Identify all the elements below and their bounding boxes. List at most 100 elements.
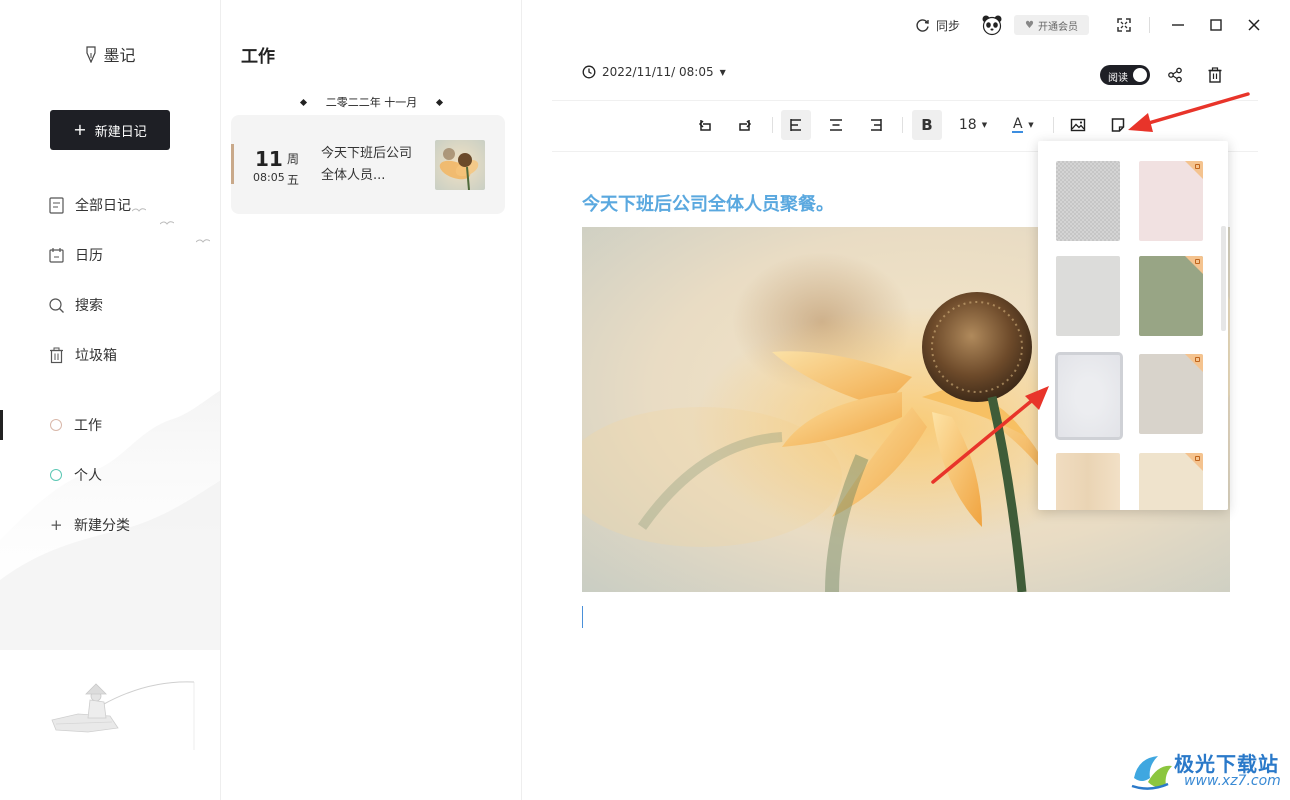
- toolbar-separator: [1053, 117, 1054, 133]
- caret-down-icon: ▼: [719, 67, 726, 77]
- sync-icon: [916, 18, 929, 32]
- nav-trash[interactable]: 垃圾箱: [48, 343, 117, 367]
- month-header: 二零二二年 十一月: [221, 94, 522, 110]
- undo-icon: [698, 120, 711, 131]
- category-stripe: [231, 144, 234, 184]
- user-avatar[interactable]: [981, 14, 1003, 36]
- maximize-button[interactable]: [1205, 14, 1227, 36]
- vip-badge-icon: [1195, 259, 1200, 264]
- entry-list-panel: 工作 二零二二年 十一月 11 周 五 08:05 今天下班后公司全体人员...: [221, 0, 522, 800]
- font-color-select[interactable]: A ▼: [1007, 110, 1039, 140]
- vip-button[interactable]: ♥ 开通会员: [1014, 15, 1089, 35]
- minimize-button[interactable]: [1167, 14, 1189, 36]
- share-icon: [1168, 67, 1182, 83]
- list-title: 工作: [241, 47, 275, 67]
- new-entry-button[interactable]: + 新建日记: [50, 110, 170, 150]
- flower-thumbnail-image: [435, 140, 485, 190]
- toolbar-separator: [902, 117, 903, 133]
- panda-avatar-icon: [982, 15, 1002, 36]
- category-label: 个人: [74, 468, 102, 484]
- nav-all-entries[interactable]: 全部日记: [48, 193, 131, 217]
- nav-calendar[interactable]: 日历: [48, 243, 103, 267]
- paper-option-sage[interactable]: [1139, 256, 1203, 336]
- text-cursor: [582, 606, 583, 628]
- paper-option-pink[interactable]: [1139, 161, 1203, 241]
- app-brand: 墨记: [0, 42, 220, 66]
- category-work[interactable]: 工作: [50, 414, 102, 436]
- entry-card[interactable]: 11 周 五 08:05 今天下班后公司全体人员...: [231, 115, 505, 214]
- nav-label: 搜索: [75, 298, 103, 314]
- trash-icon: [50, 347, 63, 363]
- watermark-logo-icon: [1131, 756, 1172, 790]
- watermark: 极光下载站 www.xz7.com: [1128, 748, 1288, 792]
- font-color-label: A: [1013, 115, 1023, 132]
- search-icon: [49, 297, 64, 313]
- fullscreen-button[interactable]: [1113, 14, 1135, 36]
- paper-option-gray-check[interactable]: [1056, 161, 1120, 241]
- toggle-knob: [1133, 68, 1147, 82]
- sidebar: 墨记 + 新建日记 全部日记 日历 搜索 垃圾箱 工作 个人 + 新建分类: [0, 0, 221, 800]
- vip-corner-badge: [1185, 354, 1203, 372]
- sync-label: 同步: [936, 18, 961, 33]
- clock-icon: [582, 65, 596, 79]
- redo-button[interactable]: [734, 110, 756, 140]
- delete-button[interactable]: [1204, 64, 1226, 86]
- read-mode-label: 阅读: [1108, 73, 1128, 84]
- paper-option-beige-stone[interactable]: [1139, 354, 1203, 434]
- window-control-separator: [1149, 17, 1150, 33]
- category-label: 工作: [74, 418, 102, 434]
- vip-corner-badge: [1185, 256, 1203, 274]
- bird-decoration: [132, 208, 146, 212]
- paper-background-panel: [1038, 141, 1228, 510]
- insert-image-button[interactable]: [1067, 110, 1089, 140]
- read-mode-toggle[interactable]: 阅读: [1100, 65, 1150, 85]
- paper-option-cream[interactable]: [1139, 453, 1203, 510]
- month-label: 二零二二年 十一月: [325, 96, 418, 109]
- bird-decoration: [160, 221, 174, 225]
- category-dot: [50, 419, 62, 431]
- align-right-button[interactable]: [865, 110, 887, 140]
- paper-option-white-texture[interactable]: [1055, 352, 1123, 440]
- paper-background-button[interactable]: [1107, 110, 1129, 140]
- app-name: 墨记: [103, 46, 136, 65]
- paper-option-wood[interactable]: [1056, 453, 1120, 510]
- vip-badge-icon: [1195, 456, 1200, 461]
- category-personal[interactable]: 个人: [50, 464, 102, 486]
- paper-panel-scrollbar[interactable]: [1221, 226, 1226, 331]
- active-category-indicator: [0, 410, 3, 440]
- undo-button[interactable]: [694, 110, 716, 140]
- nav-label: 垃圾箱: [75, 348, 117, 364]
- document-icon: [49, 196, 64, 214]
- pen-nib-icon: [86, 46, 97, 63]
- entry-date-selector[interactable]: 2022/11/11/ 08:05 ▼: [582, 65, 726, 79]
- bold-label: B: [921, 116, 933, 134]
- heart-icon: ♥: [1025, 19, 1034, 31]
- font-size-select[interactable]: 18 ▼: [954, 110, 992, 140]
- caret-down-icon: ▼: [1028, 121, 1034, 129]
- maximize-icon: [1210, 19, 1222, 31]
- nav-label: 全部日记: [75, 198, 131, 214]
- font-color-swatch: [1012, 130, 1024, 133]
- weekday-char: 五: [286, 173, 299, 187]
- bold-button[interactable]: B: [912, 110, 942, 140]
- sync-button[interactable]: 同步: [915, 14, 960, 36]
- align-center-button[interactable]: [825, 110, 847, 140]
- plus-icon: +: [50, 516, 63, 534]
- entry-time: 08:05: [253, 171, 285, 184]
- new-category-button[interactable]: + 新建分类: [50, 514, 130, 536]
- paper-option-light-gray[interactable]: [1056, 256, 1120, 336]
- close-button[interactable]: [1243, 14, 1265, 36]
- bird-decoration: [196, 239, 210, 243]
- entry-thumbnail: [435, 140, 485, 190]
- toolbar-separator: [772, 117, 773, 133]
- nav-search[interactable]: 搜索: [48, 293, 103, 317]
- header-divider: [552, 100, 1258, 101]
- weekday-char: 周: [286, 152, 299, 166]
- entry-day: 11: [255, 147, 283, 171]
- document-title[interactable]: 今天下班后公司全体人员聚餐。: [582, 190, 834, 216]
- caret-down-icon: ▼: [981, 121, 988, 129]
- entry-weekday: 周 五: [286, 149, 300, 191]
- font-color-icon: A: [1012, 115, 1024, 133]
- align-left-button[interactable]: [781, 110, 811, 140]
- share-button[interactable]: [1164, 64, 1186, 86]
